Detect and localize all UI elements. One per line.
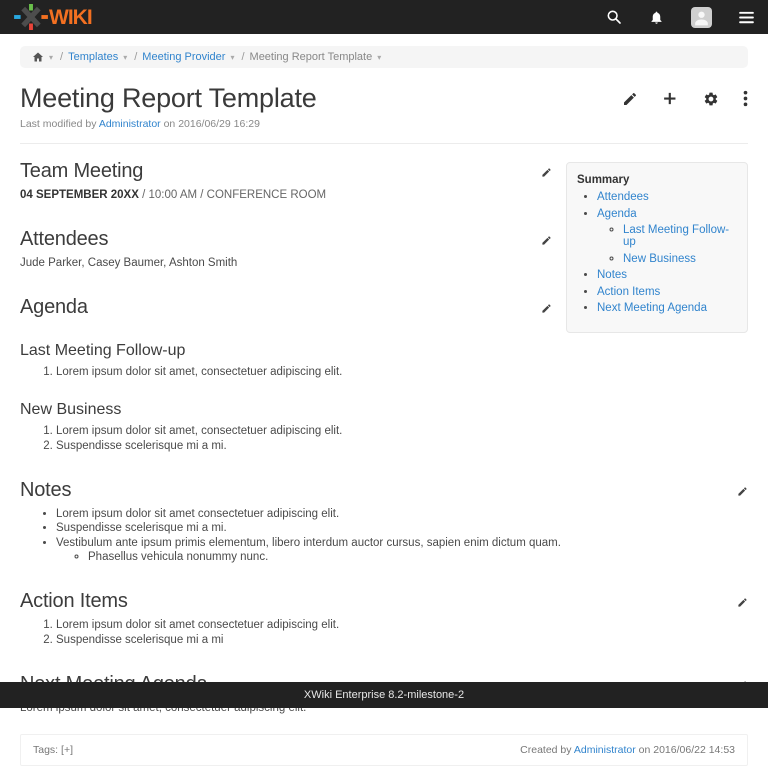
edit-section-pencil-icon[interactable] xyxy=(541,167,552,178)
last-meeting-list: Lorem ipsum dolor sit amet, consectetuer… xyxy=(20,366,748,378)
summary-link-new-business[interactable]: New Business xyxy=(623,253,696,265)
doc-actions xyxy=(622,90,748,107)
summary-link-attendees[interactable]: Attendees xyxy=(597,191,649,203)
summary-item: Next Meeting Agenda xyxy=(597,302,737,314)
chevron-down-icon[interactable]: ▾ xyxy=(49,53,53,62)
settings-gear-icon[interactable] xyxy=(703,91,719,107)
top-navbar: WIKI xyxy=(0,0,768,34)
edit-pencil-icon[interactable] xyxy=(622,91,638,107)
summary-link-notes[interactable]: Notes xyxy=(597,269,627,281)
xwiki-page: { "navbar": { "logo_text": "WIKI" }, "br… xyxy=(0,0,768,708)
edit-section-pencil-icon[interactable] xyxy=(541,235,552,246)
chevron-down-icon[interactable]: ▾ xyxy=(377,53,381,62)
notifications-bell-icon[interactable] xyxy=(649,10,664,25)
search-icon[interactable] xyxy=(606,9,622,25)
list-item: Vestibulum ante ipsum primis elementum, … xyxy=(56,537,748,564)
modified-prefix: Last modified by xyxy=(20,118,96,130)
list-item: Lorem ipsum dolor sit amet, consectetuer… xyxy=(56,425,748,437)
create-plus-icon[interactable] xyxy=(662,90,679,107)
summary-item: Agenda Last Meeting Follow-up New Busine… xyxy=(597,208,737,265)
list-subitem: Phasellus vehicula nonummy nunc. xyxy=(88,551,748,563)
navbar-actions xyxy=(606,7,754,28)
summary-title: Summary xyxy=(577,174,629,186)
created-user-link[interactable]: Administrator xyxy=(574,744,636,756)
xwiki-logo-x-icon xyxy=(14,4,48,30)
breadcrumb-separator: / xyxy=(134,51,137,63)
summary-subitem: Last Meeting Follow-up xyxy=(623,224,737,248)
edit-section-pencil-icon[interactable] xyxy=(737,486,748,497)
summary-list: Attendees Agenda Last Meeting Follow-up … xyxy=(577,191,737,314)
list-item: Suspendisse scelerisque mi a mi. xyxy=(56,522,748,534)
breadcrumb-separator: / xyxy=(60,51,63,63)
meeting-date: 04 SEPTEMBER 20XX xyxy=(20,189,139,201)
list-item: Lorem ipsum dolor sit amet consectetuer … xyxy=(56,508,748,520)
version-text: XWiki Enterprise 8.2-milestone-2 xyxy=(304,689,464,701)
last-modified-line: Last modified by Administrator on 2016/0… xyxy=(20,118,748,130)
list-item: Lorem ipsum dolor sit amet, consectetuer… xyxy=(56,366,748,378)
summary-link-last-meeting-follow-up[interactable]: Last Meeting Follow-up xyxy=(623,224,729,248)
add-tag-button[interactable]: [+] xyxy=(61,744,73,756)
breadcrumb-separator: / xyxy=(241,51,244,63)
breadcrumb: ▾ / Templates ▾ / Meeting Provider ▾ / M… xyxy=(20,46,748,68)
modified-suffix: on 2016/06/29 16:29 xyxy=(164,118,260,130)
subsection-heading-new-business: New Business xyxy=(20,401,748,419)
summary-panel: Summary Attendees Agenda Last Meeting Fo… xyxy=(566,162,748,333)
notes-sublist: Phasellus vehicula nonummy nunc. xyxy=(56,551,748,563)
section-title-text: Attendees xyxy=(20,228,108,250)
summary-item: Notes xyxy=(597,269,737,281)
title-row: Meeting Report Template xyxy=(20,83,748,114)
section-title-text: Action Items xyxy=(20,590,128,612)
breadcrumb-link-templates[interactable]: Templates xyxy=(68,51,118,63)
home-icon[interactable] xyxy=(32,51,44,63)
section-heading-notes: Notes xyxy=(20,479,748,502)
section-heading-action-items: Action Items xyxy=(20,590,748,613)
header-divider xyxy=(20,143,748,144)
list-item: Lorem ipsum dolor sit amet consectetuer … xyxy=(56,619,748,631)
summary-link-action-items[interactable]: Action Items xyxy=(597,286,660,298)
chevron-down-icon[interactable]: ▾ xyxy=(230,53,234,62)
summary-item: Attendees xyxy=(597,191,737,203)
breadcrumb-current-page: Meeting Report Template xyxy=(250,51,373,63)
bottom-version-bar: XWiki Enterprise 8.2-milestone-2 xyxy=(0,682,768,708)
modified-user-link[interactable]: Administrator xyxy=(99,118,161,130)
section-title-text: Notes xyxy=(20,479,71,501)
list-item: Suspendisse scelerisque mi a mi. xyxy=(56,440,748,452)
edit-section-pencil-icon[interactable] xyxy=(541,303,552,314)
doc-footer: Tags: [+] Created by Administrator on 20… xyxy=(20,734,748,766)
new-business-list: Lorem ipsum dolor sit amet, consectetuer… xyxy=(20,425,748,452)
action-items-list: Lorem ipsum dolor sit amet consectetuer … xyxy=(20,619,748,646)
chevron-down-icon[interactable]: ▾ xyxy=(123,53,127,62)
summary-link-agenda[interactable]: Agenda xyxy=(597,208,637,220)
section-title-text: Agenda xyxy=(20,296,88,318)
created-prefix: Created by xyxy=(520,744,571,756)
section-title-text: Team Meeting xyxy=(20,160,143,182)
meeting-time-location: / 10:00 AM / CONFERENCE ROOM xyxy=(139,189,326,201)
created-suffix: on 2016/06/22 14:53 xyxy=(639,744,735,756)
list-item: Suspendisse scelerisque mi a mi xyxy=(56,634,748,646)
created-line: Created by Administrator on 2016/06/22 1… xyxy=(520,744,735,756)
more-actions-kebab-icon[interactable] xyxy=(743,90,748,107)
summary-subitem: New Business xyxy=(623,253,737,265)
subsection-heading-last-meeting-follow-up: Last Meeting Follow-up xyxy=(20,342,748,360)
list-item-text: Vestibulum ante ipsum primis elementum, … xyxy=(56,537,561,549)
tags-label: Tags: xyxy=(33,744,58,756)
document-content: Summary Attendees Agenda Last Meeting Fo… xyxy=(20,160,748,766)
breadcrumb-link-meeting-provider[interactable]: Meeting Provider xyxy=(142,51,225,63)
notes-list: Lorem ipsum dolor sit amet consectetuer … xyxy=(20,508,748,564)
summary-link-next-meeting-agenda[interactable]: Next Meeting Agenda xyxy=(597,302,707,314)
summary-sublist: Last Meeting Follow-up New Business xyxy=(597,224,737,265)
hamburger-menu-icon[interactable] xyxy=(739,11,754,24)
summary-item: Action Items xyxy=(597,286,737,298)
xwiki-logo[interactable]: WIKI xyxy=(14,4,92,30)
xwiki-logo-text: WIKI xyxy=(49,7,92,28)
user-avatar[interactable] xyxy=(691,7,712,28)
edit-section-pencil-icon[interactable] xyxy=(737,597,748,608)
page-title: Meeting Report Template xyxy=(20,83,317,114)
